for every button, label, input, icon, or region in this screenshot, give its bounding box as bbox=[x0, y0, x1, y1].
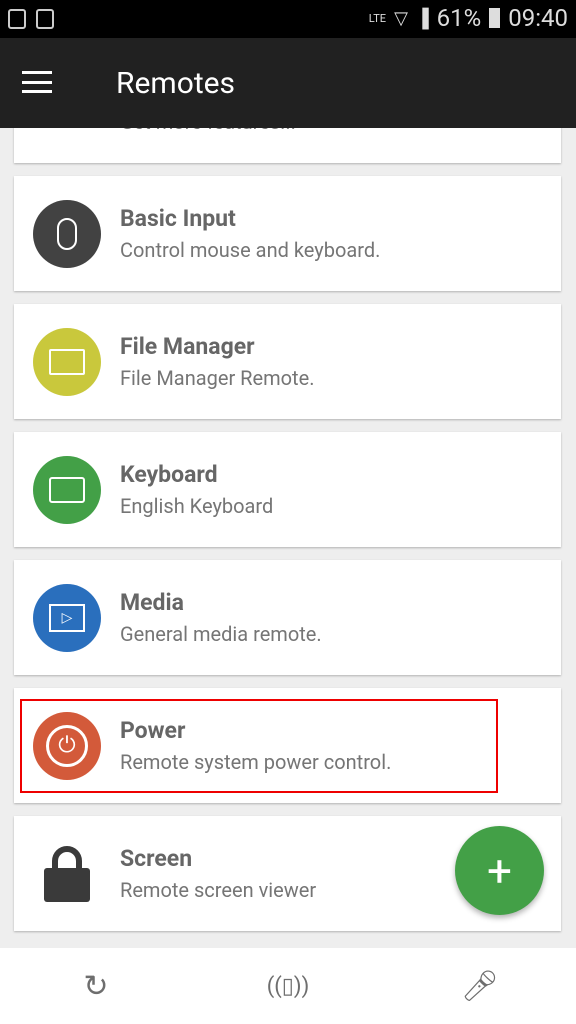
battery-percent: 61% bbox=[436, 4, 482, 32]
gallery-icon bbox=[8, 9, 26, 29]
folder-icon bbox=[33, 328, 101, 396]
list-item-title: Power bbox=[120, 717, 186, 744]
phone-vibrate-icon[interactable]: ((▯)) bbox=[258, 974, 318, 999]
signal-icon: ▐ bbox=[415, 7, 429, 29]
list-item-title: Screen bbox=[120, 845, 193, 872]
list-item-power[interactable]: ⏻ Power Remote system power control. bbox=[14, 688, 561, 803]
menu-icon[interactable] bbox=[22, 71, 52, 93]
list-item-subtitle: File Manager Remote. bbox=[120, 366, 315, 390]
microphone-icon[interactable]: 🎤︎ bbox=[450, 969, 510, 1004]
battery-icon bbox=[489, 8, 501, 28]
list-item-subtitle: General media remote. bbox=[120, 622, 322, 646]
clock: 09:40 bbox=[508, 4, 568, 32]
list-item-subtitle: English Keyboard bbox=[120, 494, 274, 518]
list-item-basic-input[interactable]: Basic Input Control mouse and keyboard. bbox=[14, 176, 561, 291]
lock-icon bbox=[33, 840, 101, 908]
list-item-title: File Manager bbox=[120, 333, 255, 360]
list-item-file-manager[interactable]: File Manager File Manager Remote. bbox=[14, 304, 561, 419]
app-bar: Remotes bbox=[0, 38, 576, 128]
list-item-title: Media bbox=[120, 589, 184, 616]
list-item-subtitle: Control mouse and keyboard. bbox=[120, 238, 381, 262]
list-item-media[interactable]: ▷ Media General media remote. bbox=[14, 560, 561, 675]
refresh-icon[interactable]: ↻ bbox=[66, 969, 126, 1004]
power-icon: ⏻ bbox=[33, 712, 101, 780]
wifi-icon: ▽ bbox=[394, 7, 408, 29]
add-remote-button[interactable]: + bbox=[455, 826, 544, 915]
list-item-title: Basic Input bbox=[120, 205, 236, 232]
list-item-title: Keyboard bbox=[120, 461, 218, 488]
lte-icon: LTE bbox=[368, 11, 387, 25]
mouse-icon bbox=[33, 200, 101, 268]
media-icon: ▷ bbox=[33, 584, 101, 652]
clipboard-check-icon bbox=[36, 9, 54, 29]
keyboard-icon bbox=[33, 456, 101, 524]
list-item-subtitle: Remote system power control. bbox=[120, 750, 392, 774]
list-item-keyboard[interactable]: Keyboard English Keyboard bbox=[14, 432, 561, 547]
list-item-subtitle: Remote screen viewer bbox=[120, 878, 317, 902]
status-bar: LTE ▽ ▐ 61% 09:40 bbox=[0, 0, 576, 38]
bottom-nav: ↻ ((▯)) 🎤︎ bbox=[0, 948, 576, 1024]
page-title: Remotes bbox=[116, 66, 236, 101]
